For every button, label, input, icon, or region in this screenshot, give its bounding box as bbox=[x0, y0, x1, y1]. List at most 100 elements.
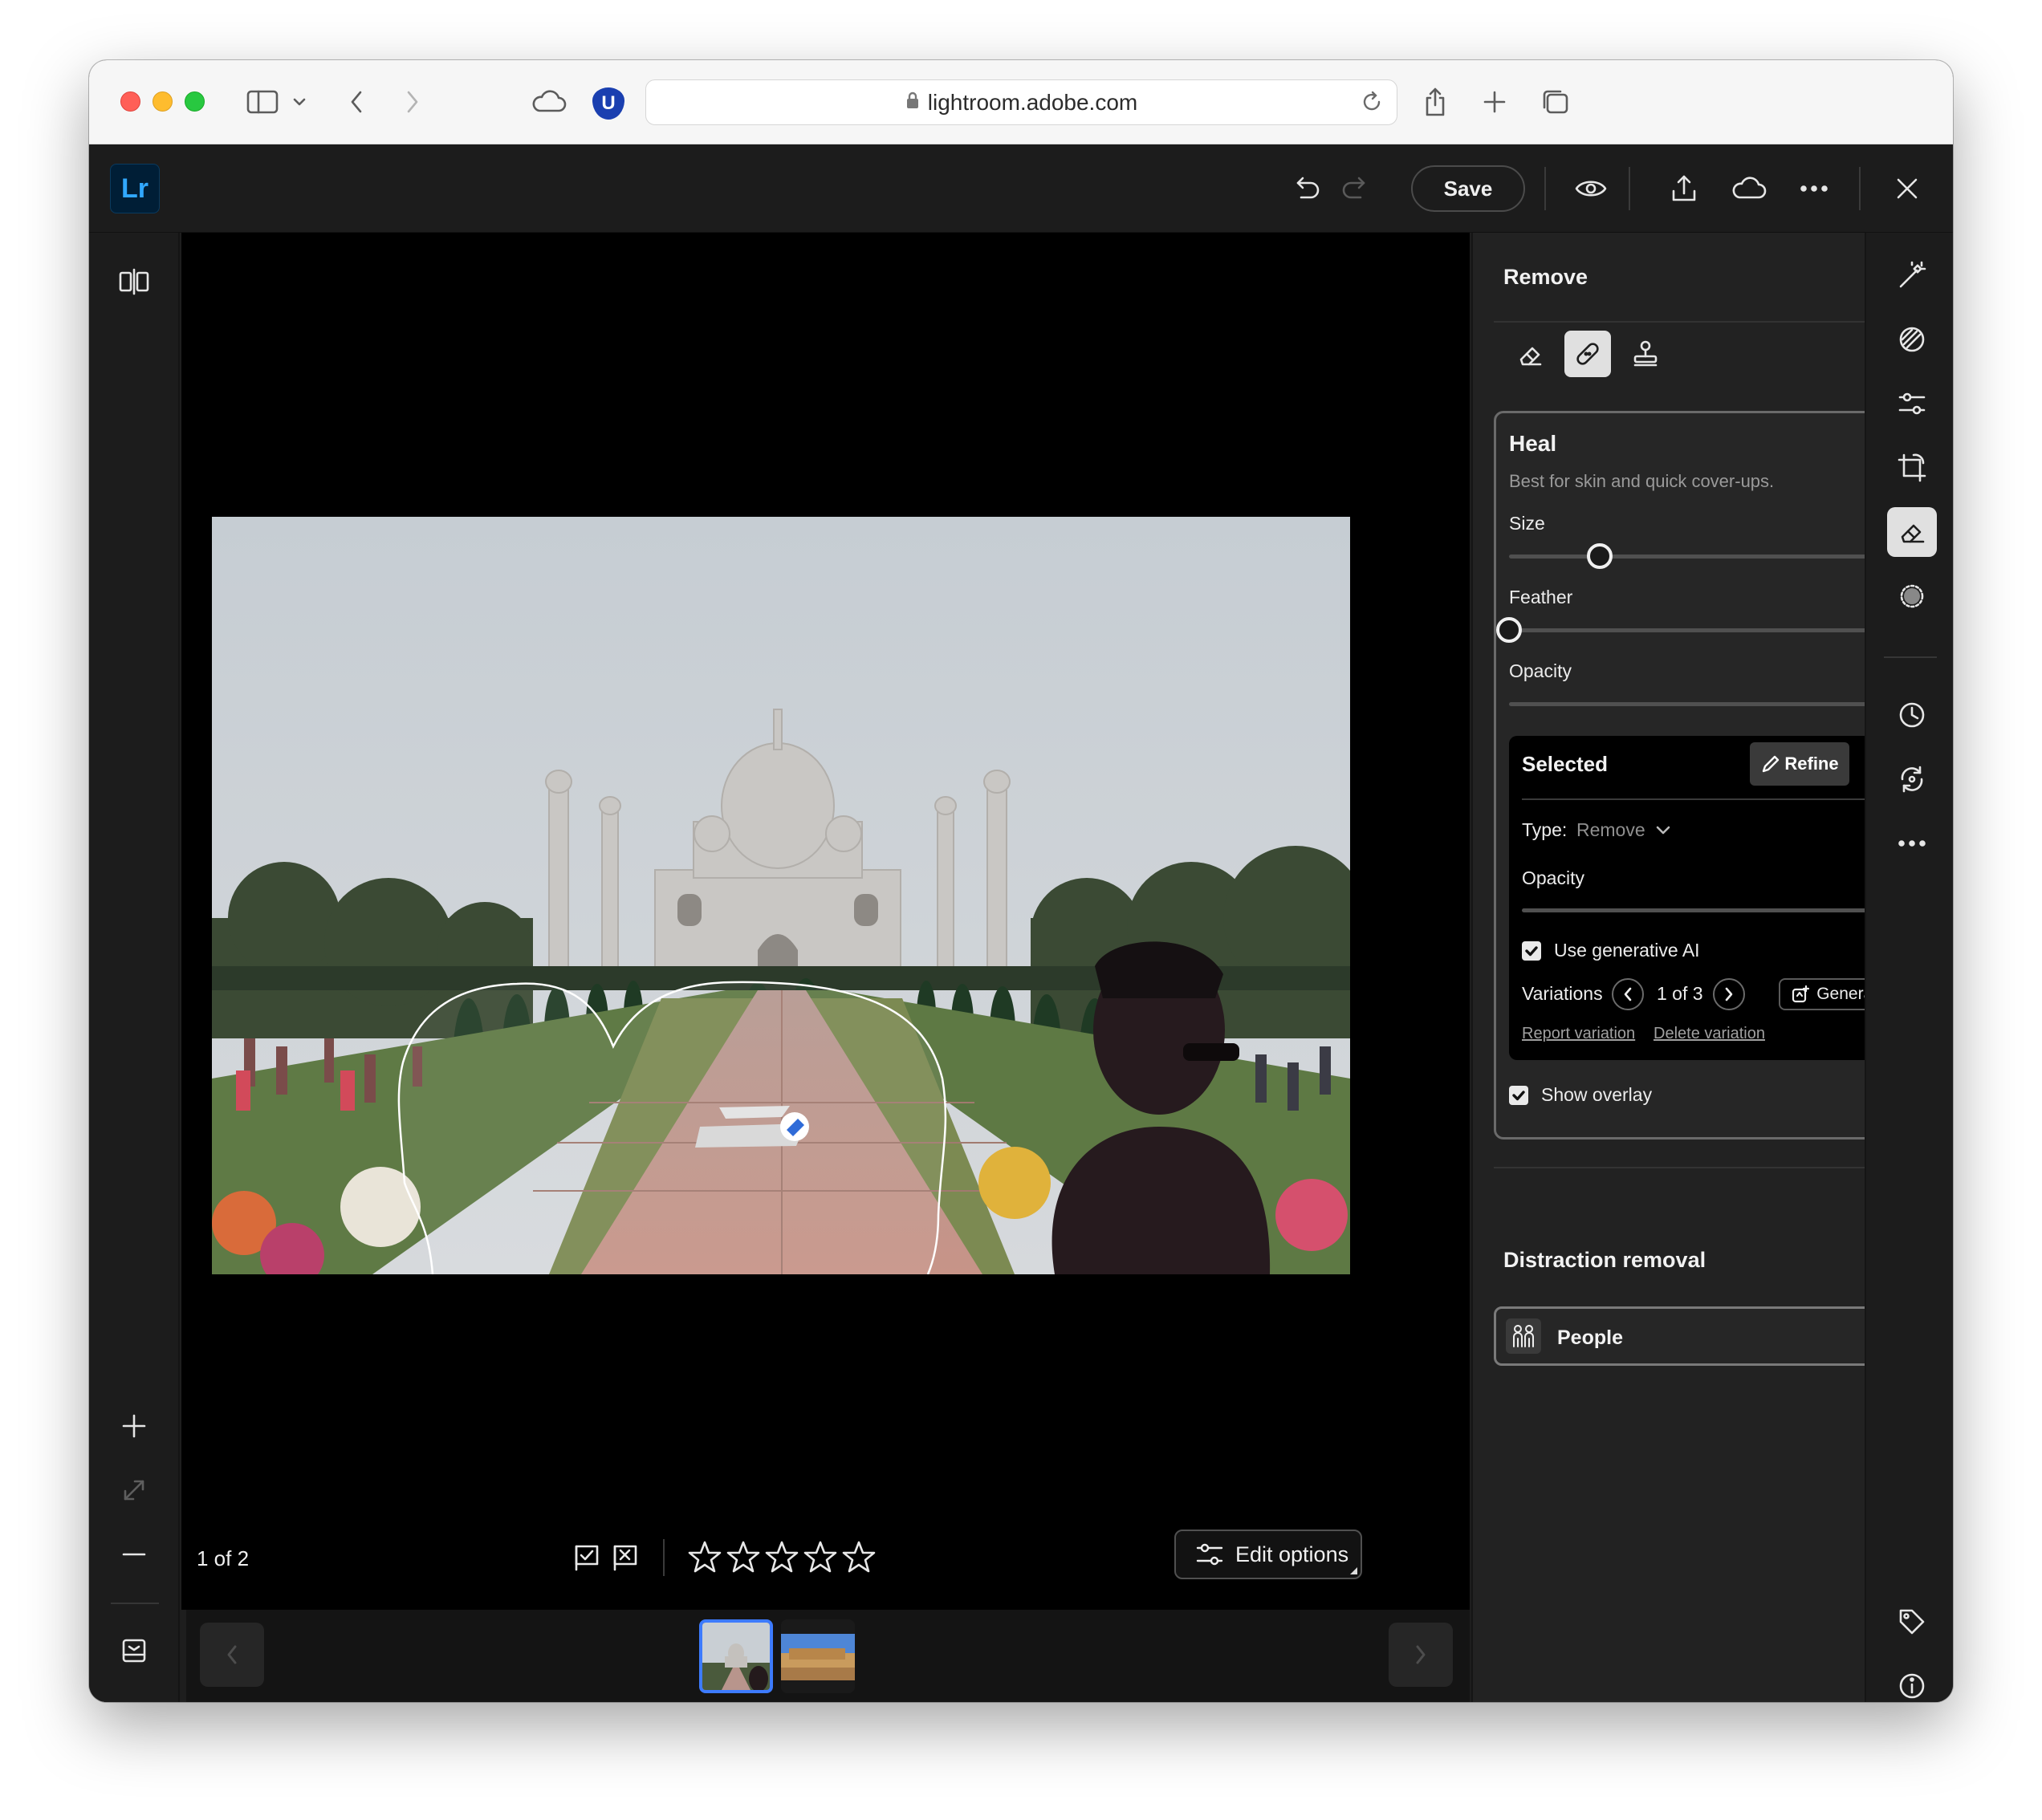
chevron-right-icon bbox=[1725, 987, 1733, 1001]
info-icon[interactable] bbox=[1887, 1661, 1937, 1702]
redo-icon[interactable] bbox=[1336, 169, 1376, 209]
star-2-icon[interactable] bbox=[726, 1539, 761, 1574]
edit-tools-rail bbox=[1865, 233, 1953, 1702]
previous-variation-button[interactable] bbox=[1612, 978, 1644, 1010]
export-icon[interactable] bbox=[1664, 169, 1704, 209]
size-slider-handle[interactable] bbox=[1587, 543, 1613, 569]
star-4-icon[interactable] bbox=[803, 1539, 838, 1574]
people-label: People bbox=[1557, 1326, 1623, 1349]
refine-label: Refine bbox=[1784, 754, 1839, 774]
close-window-button[interactable] bbox=[120, 91, 140, 112]
generate-icon bbox=[1792, 985, 1810, 1003]
stamp-icon[interactable] bbox=[1622, 331, 1669, 377]
undo-icon[interactable] bbox=[1286, 169, 1326, 209]
thumbnail-taj-mahal[interactable] bbox=[699, 1619, 773, 1693]
heal-section: Heal Best for skin and quick cover-ups. … bbox=[1494, 411, 1927, 1140]
adjust-sliders-icon[interactable] bbox=[1887, 379, 1937, 429]
check-icon bbox=[1512, 1091, 1525, 1101]
filmstrip-toggle-icon[interactable] bbox=[114, 1631, 154, 1671]
show-overlay-label: Show overlay bbox=[1541, 1084, 1653, 1105]
star-5-icon[interactable] bbox=[841, 1539, 877, 1574]
masking-icon[interactable] bbox=[1887, 571, 1937, 621]
heal-title: Heal bbox=[1509, 431, 1557, 456]
filmstrip-prev-button[interactable] bbox=[200, 1623, 264, 1687]
people-removal-row[interactable]: People bbox=[1494, 1306, 1927, 1366]
remove-tool-icon[interactable] bbox=[1887, 507, 1937, 557]
tag-icon[interactable] bbox=[1887, 1597, 1937, 1647]
minimize-window-button[interactable] bbox=[153, 91, 173, 112]
url-text: lightroom.adobe.com bbox=[927, 89, 1138, 115]
browser-toolbar: U lightroom.adobe.com bbox=[89, 60, 1953, 144]
left-toolbar bbox=[89, 233, 180, 1702]
edit-options-label: Edit options bbox=[1235, 1542, 1349, 1566]
reload-icon[interactable] bbox=[1361, 90, 1384, 120]
eye-icon[interactable] bbox=[1571, 169, 1611, 209]
zoom-out-icon[interactable] bbox=[114, 1534, 154, 1574]
feather-label: Feather bbox=[1509, 587, 1573, 607]
eraser-icon[interactable] bbox=[1507, 331, 1553, 377]
distraction-removal-title: Distraction removal bbox=[1503, 1248, 1706, 1272]
size-label: Size bbox=[1509, 513, 1545, 534]
cloud-sync-icon[interactable] bbox=[1729, 169, 1769, 209]
versions-icon[interactable] bbox=[1887, 754, 1937, 804]
type-value: Remove bbox=[1576, 819, 1645, 840]
back-arrow-icon[interactable] bbox=[344, 83, 368, 121]
icloud-icon[interactable] bbox=[529, 83, 569, 121]
zoom-in-icon[interactable] bbox=[114, 1406, 154, 1446]
lightroom-logo: Lr bbox=[110, 164, 160, 213]
pick-flag-icon[interactable] bbox=[569, 1540, 604, 1575]
crop-icon[interactable] bbox=[1887, 443, 1937, 493]
chevron-left-icon bbox=[1624, 987, 1632, 1001]
report-variation-link[interactable]: Report variation bbox=[1522, 1025, 1635, 1043]
selected-opacity-slider[interactable] bbox=[1522, 908, 1888, 912]
more-tools-icon[interactable] bbox=[1887, 819, 1937, 868]
filmstrip-next-button[interactable] bbox=[1389, 1623, 1453, 1687]
share-icon[interactable] bbox=[1419, 83, 1451, 121]
edit-options-button[interactable]: Edit options bbox=[1174, 1530, 1362, 1579]
forward-arrow-icon[interactable] bbox=[401, 83, 425, 121]
photo-counter: 1 of 2 bbox=[197, 1546, 250, 1570]
show-overlay-checkbox[interactable] bbox=[1509, 1086, 1528, 1105]
save-button[interactable]: Save bbox=[1411, 165, 1525, 212]
more-options-icon[interactable] bbox=[1794, 169, 1834, 209]
ublock-extension-icon[interactable]: U bbox=[592, 87, 624, 120]
check-icon bbox=[1525, 946, 1538, 957]
feather-slider[interactable] bbox=[1509, 628, 1912, 632]
size-slider[interactable] bbox=[1509, 555, 1912, 559]
filmstrip bbox=[186, 1610, 1470, 1702]
selected-spot-section: Selected Refine Type: Remove Opacity Use… bbox=[1509, 736, 1913, 1060]
magic-wand-icon[interactable] bbox=[1887, 250, 1937, 300]
app-header: Lr Save bbox=[89, 144, 1953, 233]
before-after-icon[interactable] bbox=[114, 262, 154, 302]
chevron-down-icon[interactable] bbox=[290, 83, 309, 121]
feather-slider-handle[interactable] bbox=[1496, 617, 1522, 643]
close-icon[interactable] bbox=[1887, 169, 1927, 209]
tab-overview-icon[interactable] bbox=[1537, 83, 1572, 121]
edited-photo[interactable] bbox=[212, 517, 1350, 1274]
address-bar[interactable]: lightroom.adobe.com bbox=[645, 79, 1397, 125]
heal-description: Best for skin and quick cover-ups. bbox=[1509, 471, 1775, 491]
next-variation-button[interactable] bbox=[1713, 978, 1745, 1010]
refine-button[interactable]: Refine bbox=[1750, 742, 1849, 786]
presets-icon[interactable] bbox=[1887, 315, 1937, 364]
lightroom-app: Lr Save 1 of 2 Edit options Remove Heal … bbox=[89, 144, 1953, 1702]
fit-to-screen-icon[interactable] bbox=[114, 1470, 154, 1510]
chevron-down-icon bbox=[1656, 826, 1670, 834]
use-generative-ai-checkbox[interactable] bbox=[1522, 941, 1541, 961]
thumbnail-desert-fort[interactable] bbox=[781, 1619, 855, 1693]
bandage-icon[interactable] bbox=[1564, 331, 1611, 377]
people-icon bbox=[1506, 1318, 1541, 1354]
variations-count: 1 of 3 bbox=[1657, 983, 1703, 1004]
sidebar-toggle-icon[interactable] bbox=[245, 83, 280, 121]
new-tab-icon[interactable] bbox=[1479, 83, 1511, 121]
selected-title: Selected bbox=[1522, 752, 1608, 776]
reject-flag-icon[interactable] bbox=[608, 1540, 643, 1575]
star-1-icon[interactable] bbox=[687, 1539, 722, 1574]
photo-canvas[interactable] bbox=[181, 233, 1470, 1610]
opacity-slider[interactable] bbox=[1509, 702, 1912, 706]
history-icon[interactable] bbox=[1887, 690, 1937, 740]
fullscreen-window-button[interactable] bbox=[185, 91, 205, 112]
star-3-icon[interactable] bbox=[764, 1539, 799, 1574]
type-dropdown[interactable]: Remove bbox=[1576, 819, 1671, 841]
delete-variation-link[interactable]: Delete variation bbox=[1654, 1025, 1765, 1043]
